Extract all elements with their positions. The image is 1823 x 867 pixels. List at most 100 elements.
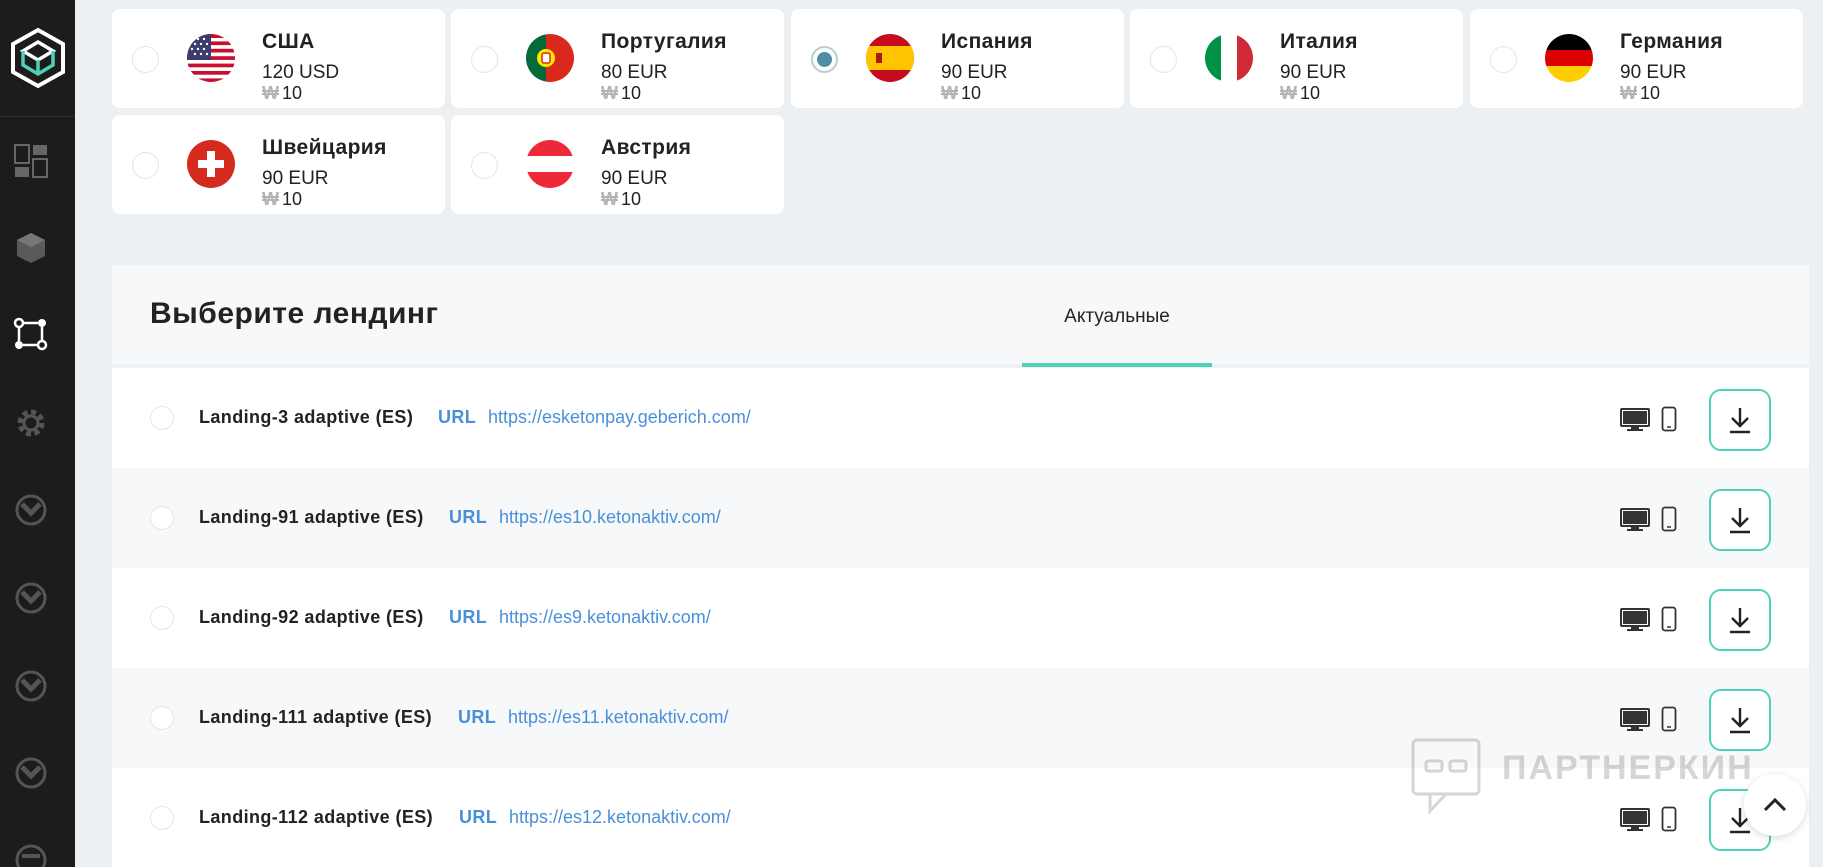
landing-radio[interactable] bbox=[150, 806, 174, 830]
desktop-icon bbox=[1620, 808, 1650, 831]
flag-portugal-icon bbox=[526, 34, 574, 82]
stats-icon[interactable] bbox=[13, 755, 49, 791]
url-label: URL bbox=[438, 407, 477, 427]
landing-name: Landing-91 adaptive (ES) bbox=[199, 507, 424, 527]
landing-radio[interactable] bbox=[150, 706, 174, 730]
landing-row[interactable]: Landing-91 adaptive (ES) URL https://es1… bbox=[112, 468, 1809, 568]
landing-url-link[interactable]: https://es10.ketonaktiv.com/ bbox=[499, 507, 721, 528]
country-name: Швейцария bbox=[262, 136, 387, 159]
country-radio[interactable] bbox=[1150, 46, 1177, 73]
landing-row[interactable]: Landing-112 adaptive (ES) URL https://es… bbox=[112, 768, 1809, 867]
country-card-austria[interactable]: Австрия 90 EUR ₩10 bbox=[451, 115, 784, 214]
chevron-up-icon bbox=[1763, 797, 1787, 812]
desktop-icon bbox=[1620, 708, 1650, 731]
country-price: 90 EUR bbox=[1620, 62, 1687, 83]
country-name: Португалия bbox=[601, 30, 727, 53]
landing-row[interactable]: Landing-111 adaptive (ES) URL https://es… bbox=[112, 668, 1809, 768]
country-card-italy[interactable]: Италия 90 EUR ₩10 bbox=[1130, 9, 1463, 108]
scroll-top-button[interactable] bbox=[1744, 774, 1806, 836]
stats-icon[interactable] bbox=[13, 580, 49, 616]
landing-row[interactable]: Landing-3 adaptive (ES) URL https://eske… bbox=[112, 368, 1809, 468]
points-value: 10 bbox=[961, 83, 982, 103]
country-card-portugal[interactable]: Португалия 80 EUR ₩10 bbox=[451, 9, 784, 108]
landing-name: Landing-111 adaptive (ES) bbox=[199, 707, 433, 727]
desktop-icon bbox=[1620, 508, 1650, 531]
landing-name: Landing-3 adaptive (ES) bbox=[199, 407, 414, 427]
sidebar bbox=[0, 0, 75, 867]
country-price: 120 USD bbox=[262, 62, 340, 83]
points-value: 10 bbox=[282, 189, 303, 209]
landing-radio[interactable] bbox=[150, 506, 174, 530]
landing-row[interactable]: Landing-92 adaptive (ES) URL https://es9… bbox=[112, 568, 1809, 668]
country-radio[interactable] bbox=[471, 152, 498, 179]
points-value: 10 bbox=[282, 83, 303, 103]
country-price: 90 EUR bbox=[601, 168, 668, 189]
country-card-germany[interactable]: Германия 90 EUR ₩10 bbox=[1470, 9, 1803, 108]
country-price: 90 EUR bbox=[941, 62, 1008, 83]
country-name: Германия bbox=[1620, 30, 1724, 53]
stats-icon[interactable] bbox=[13, 668, 49, 704]
landing-radio[interactable] bbox=[150, 606, 174, 630]
points-symbol-icon: ₩ bbox=[601, 83, 618, 103]
country-name: Испания bbox=[941, 30, 1033, 53]
country-card-switzerland[interactable]: Швейцария 90 EUR ₩10 bbox=[112, 115, 445, 214]
settings-icon[interactable] bbox=[13, 405, 49, 441]
points-symbol-icon: ₩ bbox=[1620, 83, 1637, 103]
country-price: 90 EUR bbox=[262, 168, 329, 189]
page-title: Выберите лендинг bbox=[150, 297, 439, 330]
country-card-usa[interactable]: США 120 USD ₩10 bbox=[112, 9, 445, 108]
flag-italy-icon bbox=[1205, 34, 1253, 82]
url-label: URL bbox=[449, 507, 488, 527]
landing-panel: Выберите лендинг Актуальные Landing-3 ad… bbox=[112, 265, 1809, 867]
country-price: 80 EUR bbox=[601, 62, 668, 83]
landing-header: Выберите лендинг Актуальные bbox=[112, 265, 1809, 368]
tab-active-indicator bbox=[1022, 363, 1212, 367]
points-symbol-icon: ₩ bbox=[262, 83, 279, 103]
points-value: 10 bbox=[1640, 83, 1661, 103]
mobile-icon bbox=[1661, 706, 1677, 732]
country-card-spain[interactable]: Испания 90 EUR ₩10 bbox=[791, 9, 1124, 108]
points-symbol-icon: ₩ bbox=[601, 189, 618, 209]
url-label: URL bbox=[459, 807, 498, 827]
mobile-icon bbox=[1661, 506, 1677, 532]
flag-austria-icon bbox=[526, 140, 574, 188]
landing-url-link[interactable]: https://es11.ketonaktiv.com/ bbox=[508, 707, 728, 728]
landing-name: Landing-92 adaptive (ES) bbox=[199, 607, 424, 627]
logo-icon[interactable] bbox=[0, 0, 75, 117]
country-name: Австрия bbox=[601, 136, 692, 159]
download-button[interactable] bbox=[1709, 689, 1771, 751]
country-points: ₩10 bbox=[262, 189, 302, 210]
tab-actual[interactable]: Актуальные bbox=[1022, 265, 1212, 368]
url-label: URL bbox=[458, 707, 497, 727]
country-radio[interactable] bbox=[132, 152, 159, 179]
dashboard-icon[interactable] bbox=[13, 143, 49, 179]
flag-switzerland-icon bbox=[187, 140, 235, 188]
country-radio-selected[interactable] bbox=[811, 46, 838, 73]
landing-url-link[interactable]: https://es12.ketonaktiv.com/ bbox=[509, 807, 731, 828]
country-radio[interactable] bbox=[471, 46, 498, 73]
desktop-icon bbox=[1620, 608, 1650, 631]
download-icon bbox=[1730, 508, 1750, 534]
more-icon[interactable] bbox=[13, 843, 49, 867]
country-radio[interactable] bbox=[132, 46, 159, 73]
download-icon bbox=[1730, 708, 1750, 734]
country-radio[interactable] bbox=[1490, 46, 1517, 73]
country-price: 90 EUR bbox=[1280, 62, 1347, 83]
country-points: ₩10 bbox=[601, 189, 641, 210]
offers-icon[interactable] bbox=[13, 230, 49, 266]
country-points: ₩10 bbox=[262, 83, 302, 104]
flag-germany-icon bbox=[1545, 34, 1593, 82]
landing-radio[interactable] bbox=[150, 406, 174, 430]
download-button[interactable] bbox=[1709, 489, 1771, 551]
country-points: ₩10 bbox=[1280, 83, 1320, 104]
download-button[interactable] bbox=[1709, 389, 1771, 451]
stats-icon[interactable] bbox=[13, 492, 49, 528]
download-button[interactable] bbox=[1709, 589, 1771, 651]
mobile-icon bbox=[1661, 806, 1677, 832]
country-points: ₩10 bbox=[1620, 83, 1660, 104]
landing-url-link[interactable]: https://esketonpay.geberich.com/ bbox=[488, 407, 751, 428]
landing-url-link[interactable]: https://es9.ketonaktiv.com/ bbox=[499, 607, 711, 628]
flows-icon[interactable] bbox=[13, 316, 49, 352]
mobile-icon bbox=[1661, 406, 1677, 432]
country-name: Италия bbox=[1280, 30, 1358, 53]
